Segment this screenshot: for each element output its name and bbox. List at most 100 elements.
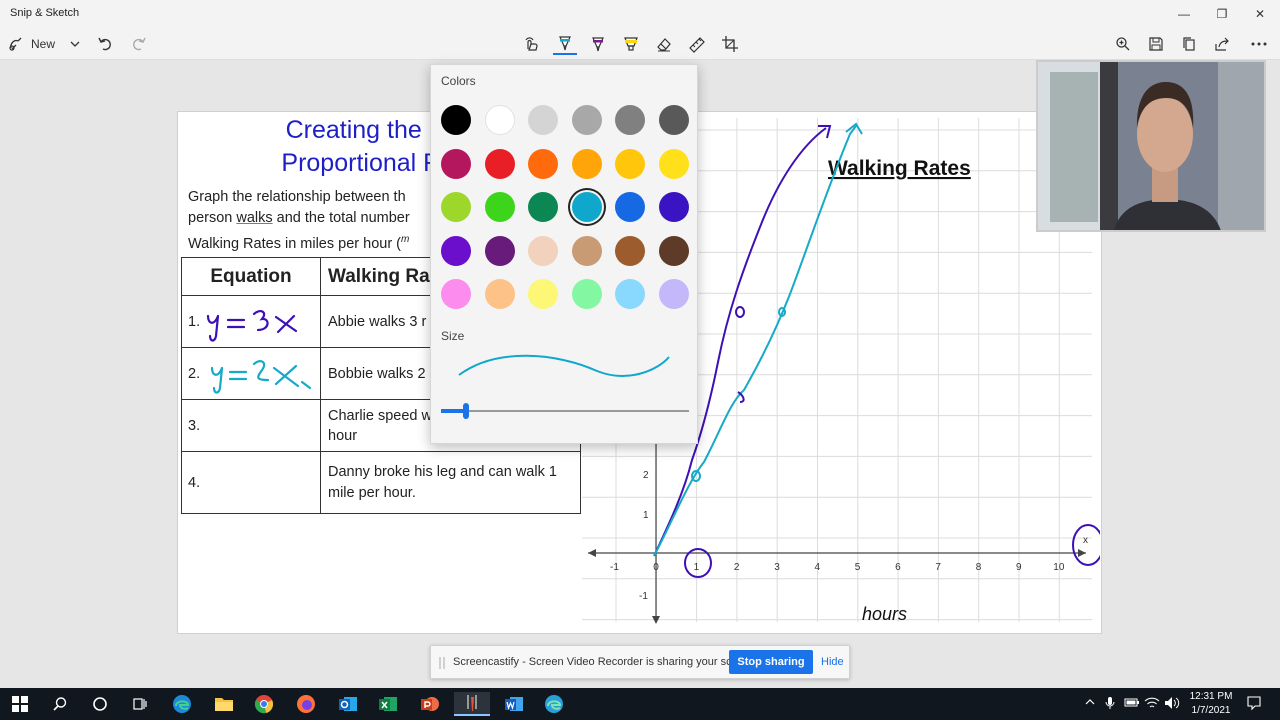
minimize-button[interactable]: — bbox=[1168, 4, 1200, 24]
color-swatch[interactable] bbox=[528, 105, 558, 135]
y-tick-label: 2 bbox=[643, 470, 649, 481]
desc-line-2: person walks and the total number bbox=[188, 210, 410, 226]
tray-wifi[interactable] bbox=[1144, 696, 1160, 713]
color-swatch[interactable] bbox=[658, 235, 689, 266]
color-swatch[interactable] bbox=[528, 235, 558, 266]
eraser-button[interactable] bbox=[652, 33, 676, 55]
taskbar-outlook[interactable] bbox=[330, 692, 366, 716]
color-swatch[interactable] bbox=[528, 279, 558, 309]
chevron-down-icon bbox=[70, 41, 80, 47]
battery-icon bbox=[1124, 698, 1139, 707]
screen-sharing-bar: Screencastify - Screen Video Recorder is… bbox=[430, 645, 850, 679]
color-swatch[interactable] bbox=[615, 235, 645, 266]
x-tick-label: 6 bbox=[895, 562, 901, 573]
share-icon bbox=[1215, 37, 1229, 51]
color-swatch[interactable] bbox=[615, 148, 645, 179]
color-swatch[interactable] bbox=[571, 105, 602, 135]
taskbar-powerpoint[interactable] bbox=[412, 692, 448, 716]
sharing-message: Screencastify - Screen Video Recorder is… bbox=[453, 656, 757, 668]
tray-clock[interactable]: 12:31 PM 1/7/2021 bbox=[1186, 690, 1236, 718]
taskbar: 12:31 PM 1/7/2021 bbox=[0, 688, 1280, 720]
share-button[interactable] bbox=[1211, 33, 1233, 55]
tray-battery[interactable] bbox=[1124, 696, 1140, 711]
color-swatch[interactable] bbox=[658, 148, 689, 179]
tray-microphone[interactable] bbox=[1104, 696, 1116, 713]
taskbar-excel[interactable] bbox=[370, 692, 406, 716]
taskbar-snip-sketch[interactable] bbox=[454, 692, 490, 716]
ballpoint-pen-button[interactable] bbox=[553, 33, 577, 55]
windows-start-icon bbox=[12, 696, 28, 712]
taskbar-file-explorer[interactable] bbox=[206, 692, 242, 716]
window-title: Snip & Sketch bbox=[10, 7, 80, 19]
x-tick-label: 9 bbox=[1016, 562, 1022, 573]
title-bar: Snip & Sketch — ❐ ✕ bbox=[0, 0, 1280, 28]
pencil-button[interactable] bbox=[586, 33, 610, 55]
color-swatch[interactable] bbox=[484, 279, 515, 309]
row-number: 4. bbox=[188, 474, 201, 491]
color-swatch[interactable] bbox=[484, 235, 515, 266]
edge-icon bbox=[173, 695, 191, 713]
powerpoint-icon bbox=[421, 697, 439, 711]
color-swatch[interactable] bbox=[658, 105, 689, 135]
undo-button[interactable] bbox=[94, 33, 116, 55]
pencil-icon bbox=[592, 37, 604, 52]
color-swatch[interactable] bbox=[571, 148, 602, 179]
save-button[interactable] bbox=[1145, 33, 1167, 55]
taskbar-cortana[interactable] bbox=[82, 692, 118, 716]
row-number: 1. bbox=[188, 313, 201, 330]
taskbar-task-view[interactable] bbox=[122, 692, 158, 716]
color-swatch[interactable] bbox=[484, 148, 515, 179]
copy-button[interactable] bbox=[1178, 33, 1200, 55]
color-swatch[interactable] bbox=[441, 148, 471, 179]
x-tick-label: 0 bbox=[653, 562, 659, 573]
color-swatch[interactable] bbox=[571, 235, 602, 266]
color-swatch[interactable] bbox=[658, 279, 689, 309]
color-swatch[interactable] bbox=[571, 192, 602, 222]
crop-button[interactable] bbox=[718, 33, 742, 55]
new-dropdown-button[interactable] bbox=[66, 33, 84, 55]
taskbar-chrome[interactable] bbox=[246, 692, 282, 716]
stop-sharing-button[interactable]: Stop sharing bbox=[729, 650, 813, 674]
maximize-button[interactable]: ❐ bbox=[1206, 4, 1238, 24]
x-tick-label: 1 bbox=[694, 562, 700, 573]
color-swatch[interactable] bbox=[528, 192, 558, 222]
tray-overflow-chevron[interactable] bbox=[1084, 696, 1096, 711]
color-swatch[interactable] bbox=[441, 279, 471, 309]
more-button[interactable] bbox=[1246, 33, 1272, 55]
color-swatch[interactable] bbox=[484, 192, 515, 222]
color-swatch[interactable] bbox=[528, 148, 558, 179]
color-swatch[interactable] bbox=[571, 279, 602, 309]
new-button[interactable]: New bbox=[8, 33, 68, 55]
size-slider-track[interactable] bbox=[441, 410, 689, 412]
tray-notifications[interactable] bbox=[1246, 695, 1262, 714]
touch-writing-button[interactable] bbox=[520, 33, 544, 55]
taskbar-edge-2[interactable] bbox=[536, 692, 572, 716]
color-swatch[interactable] bbox=[484, 105, 515, 135]
redo-button[interactable] bbox=[128, 33, 150, 55]
x-tick-label: 3 bbox=[774, 562, 780, 573]
x-axis-label: hours bbox=[862, 604, 907, 624]
ruler-button[interactable] bbox=[685, 33, 709, 55]
x-tick-label: -1 bbox=[610, 562, 619, 573]
color-swatch[interactable] bbox=[441, 105, 471, 135]
color-swatch[interactable] bbox=[615, 279, 645, 309]
highlighter-button[interactable] bbox=[619, 33, 643, 55]
size-slider-thumb[interactable] bbox=[462, 403, 469, 419]
color-swatch[interactable] bbox=[658, 192, 689, 222]
firefox-icon bbox=[297, 695, 315, 713]
close-button[interactable]: ✕ bbox=[1244, 4, 1276, 24]
color-swatch[interactable] bbox=[441, 192, 471, 222]
clock-time: 12:31 PM bbox=[1189, 691, 1233, 702]
color-swatch[interactable] bbox=[615, 105, 645, 135]
drag-handle-icon[interactable] bbox=[439, 657, 445, 669]
taskbar-firefox[interactable] bbox=[288, 692, 324, 716]
zoom-button[interactable] bbox=[1112, 33, 1134, 55]
taskbar-word[interactable] bbox=[496, 692, 532, 716]
color-swatch[interactable] bbox=[615, 192, 645, 222]
hide-button[interactable]: Hide bbox=[821, 656, 844, 668]
taskbar-edge[interactable] bbox=[164, 692, 200, 716]
tray-volume[interactable] bbox=[1164, 696, 1180, 713]
color-swatch[interactable] bbox=[441, 235, 471, 266]
taskbar-search[interactable] bbox=[42, 692, 78, 716]
start-button[interactable] bbox=[2, 692, 38, 716]
